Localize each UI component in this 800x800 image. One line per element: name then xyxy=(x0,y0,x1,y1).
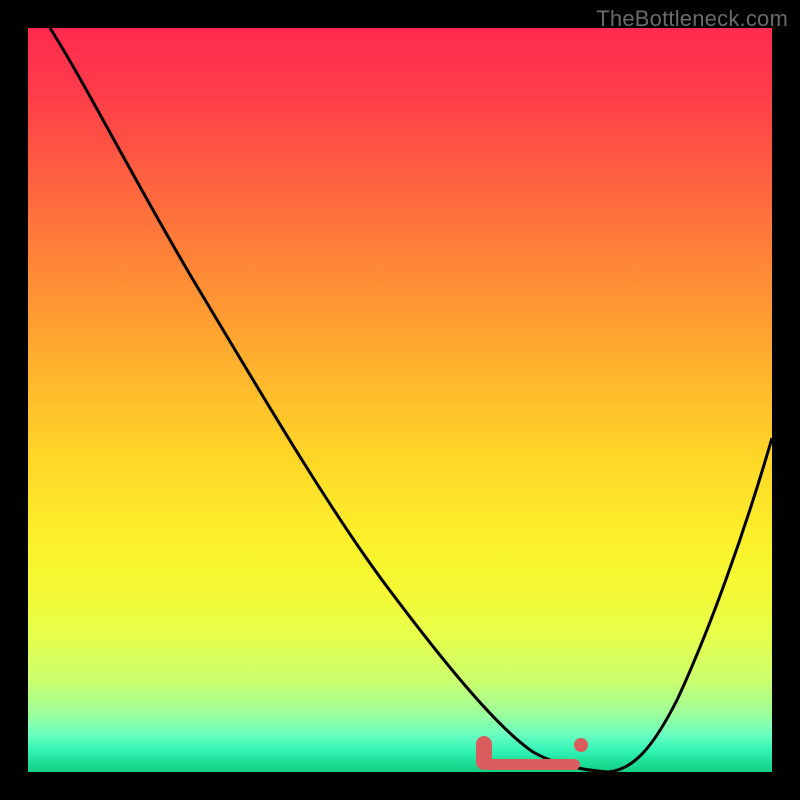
chart-plot-area xyxy=(28,28,772,772)
chart-curves xyxy=(28,28,772,772)
range-handle-right[interactable] xyxy=(574,738,588,752)
right-curve xyxy=(608,438,772,772)
highlight-range[interactable] xyxy=(476,736,588,770)
range-bar[interactable] xyxy=(484,759,580,770)
watermark-text: TheBottleneck.com xyxy=(596,6,788,32)
left-curve xyxy=(50,28,608,772)
